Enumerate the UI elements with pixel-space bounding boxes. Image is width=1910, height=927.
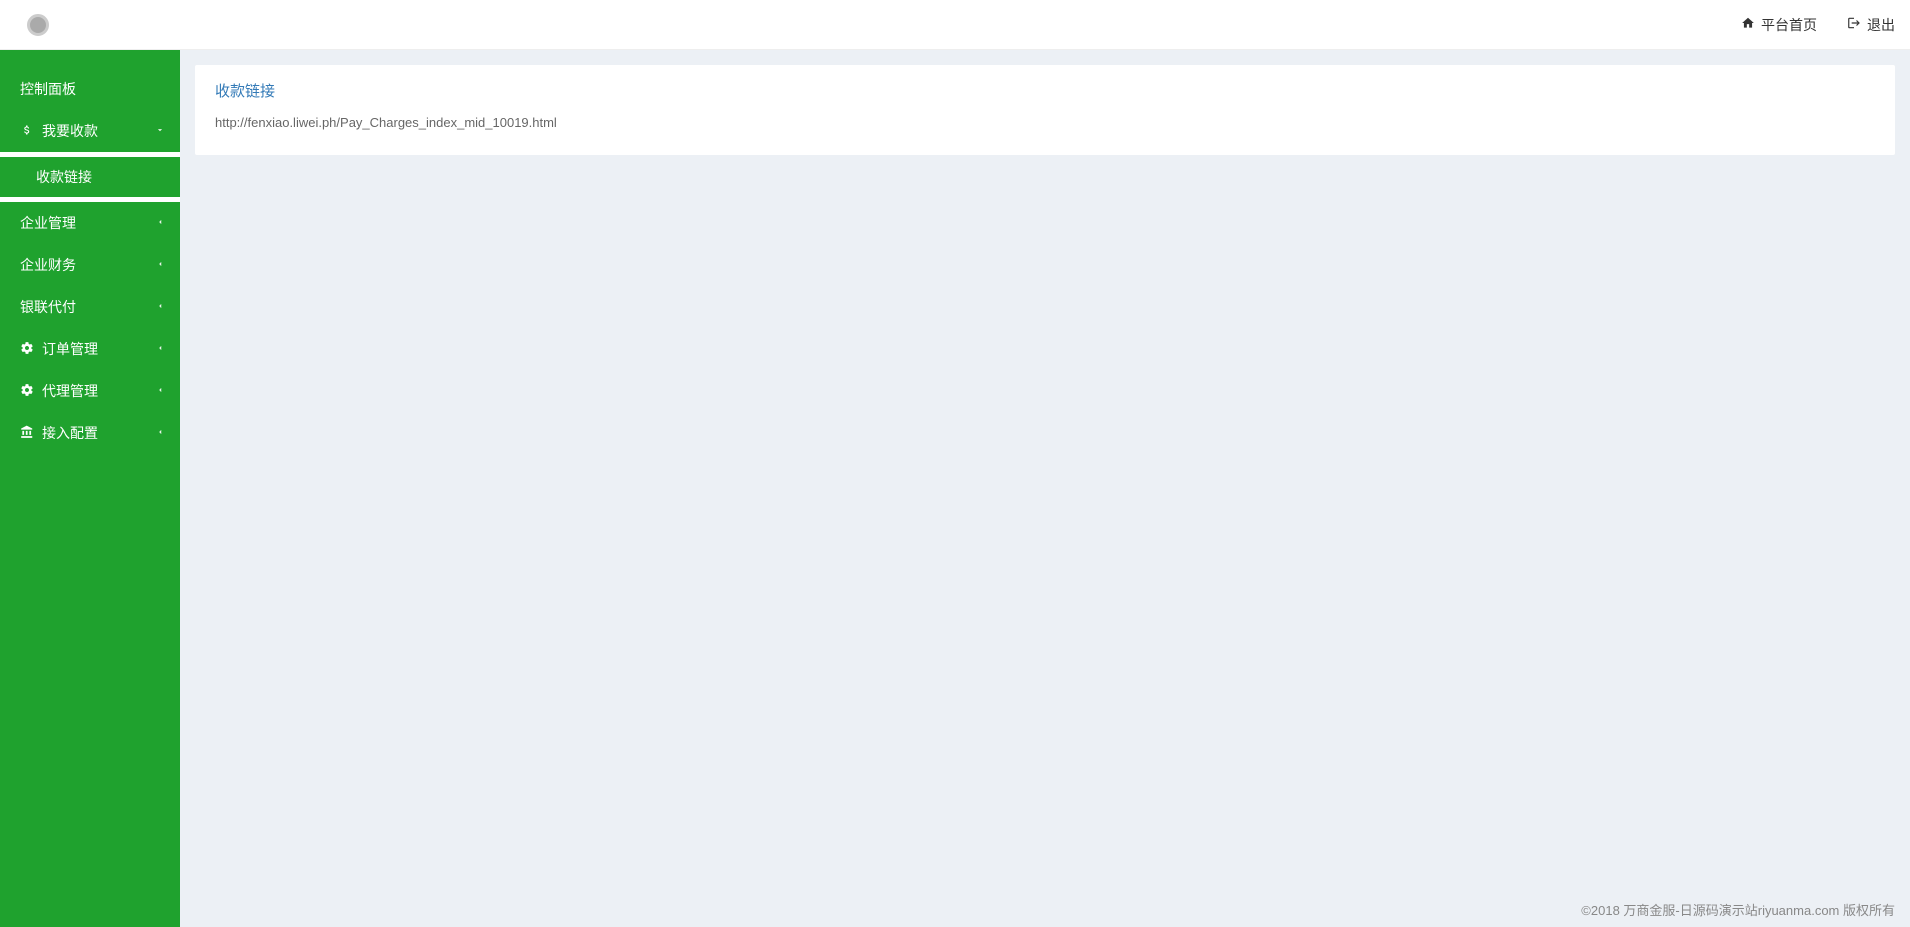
cogs-icon: [20, 383, 34, 400]
chevron-left-icon: [155, 301, 165, 314]
sidebar-item-dashboard[interactable]: 控制面板: [0, 68, 180, 110]
content-card: 收款链接 http://fenxiao.liwei.ph/Pay_Charges…: [195, 65, 1895, 155]
chevron-left-icon: [155, 427, 165, 440]
sidebar-item-company-finance[interactable]: 企业财务: [0, 244, 180, 286]
sidebar-item-label: 企业管理: [20, 213, 76, 233]
home-label: 平台首页: [1761, 15, 1817, 35]
sidebar-item-agent-mgmt[interactable]: 代理管理: [0, 370, 180, 412]
sidebar-item-label: 企业财务: [20, 255, 76, 275]
sidebar-item-access-config[interactable]: 接入配置: [0, 412, 180, 454]
sidebar-item-order-mgmt[interactable]: 订单管理: [0, 328, 180, 370]
sidebar-item-collect[interactable]: 我要收款: [0, 110, 180, 152]
chevron-left-icon: [155, 343, 165, 356]
sidebar-item-label: 银联代付: [20, 297, 76, 317]
sidebar-item-company-mgmt[interactable]: 企业管理: [0, 202, 180, 244]
content-area: 收款链接 http://fenxiao.liwei.ph/Pay_Charges…: [180, 50, 1910, 927]
sidebar-item-label: 收款链接: [36, 169, 92, 185]
sidebar-item-label: 我要收款: [42, 121, 98, 141]
sidebar-subitem-collect-link[interactable]: 收款链接: [0, 157, 180, 197]
bank-icon: [20, 425, 34, 442]
home-link[interactable]: 平台首页: [1741, 15, 1817, 35]
chevron-down-icon: [155, 125, 165, 138]
sidebar-item-label: 接入配置: [42, 423, 98, 443]
sidebar-item-unionpay[interactable]: 银联代付: [0, 286, 180, 328]
sidebar-item-label: 订单管理: [42, 339, 98, 359]
header: 平台首页 退出: [0, 0, 1910, 50]
cogs-icon: [20, 341, 34, 358]
chevron-left-icon: [155, 217, 165, 230]
card-title: 收款链接: [215, 80, 1875, 101]
sidebar-item-label: 控制面板: [20, 79, 76, 99]
logout-label: 退出: [1867, 15, 1895, 35]
sidebar-item-label: 代理管理: [42, 381, 98, 401]
payment-link-text: http://fenxiao.liwei.ph/Pay_Charges_inde…: [215, 115, 1875, 130]
logout-link[interactable]: 退出: [1847, 15, 1895, 35]
footer-copyright: ©2018 万商金服-日源码演示站riyuanma.com 版权所有: [1581, 900, 1895, 919]
avatar[interactable]: [27, 14, 49, 36]
dollar-icon: [20, 124, 34, 139]
chevron-left-icon: [155, 259, 165, 272]
sidebar-submenu-collect: 收款链接: [0, 152, 180, 202]
chevron-left-icon: [155, 385, 165, 398]
home-icon: [1741, 16, 1755, 33]
sidebar: 控制面板 我要收款 收款链接: [0, 50, 180, 927]
logout-icon: [1847, 16, 1861, 33]
